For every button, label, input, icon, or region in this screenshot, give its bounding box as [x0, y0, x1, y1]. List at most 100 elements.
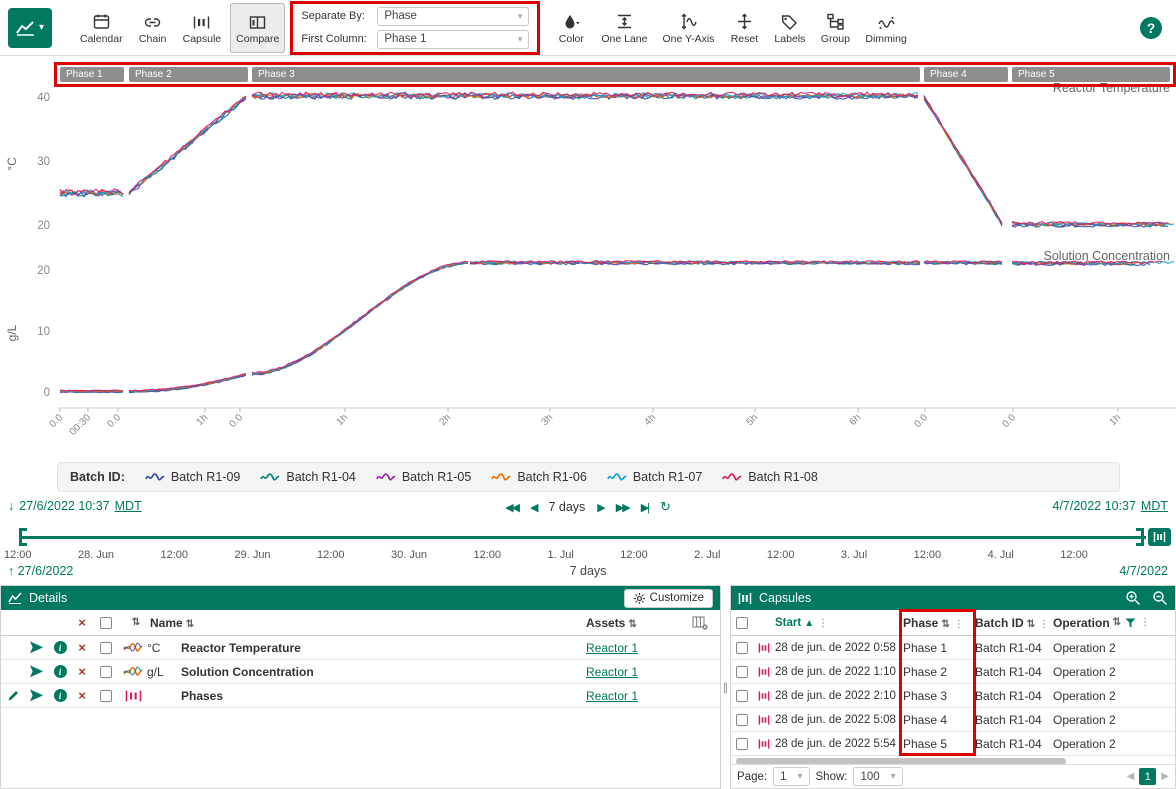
legend-item[interactable]: Batch R1-05 — [376, 470, 471, 484]
toolbar-button-compare[interactable]: Compare — [230, 3, 285, 53]
asset-link[interactable]: Reactor 1 — [586, 641, 638, 655]
legend-item[interactable]: Batch R1-08 — [722, 470, 817, 484]
batch-id-column-header[interactable]: Batch ID⇅⋮ — [975, 616, 1053, 630]
refresh-icon[interactable]: ↻ — [660, 499, 671, 515]
column-menu-icon[interactable]: ⋮ — [954, 619, 964, 630]
toolbar-button-capsule[interactable]: Capsule — [177, 3, 228, 53]
asset-link[interactable]: Reactor 1 — [586, 665, 638, 679]
scrubber-left-handle[interactable] — [19, 528, 27, 546]
timeline-scrubber-track[interactable] — [22, 536, 1146, 539]
start-column-header[interactable]: Start▲⋮ — [775, 617, 903, 629]
customize-button[interactable]: Customize — [624, 589, 713, 608]
select-all-checkbox[interactable] — [736, 617, 748, 629]
zoom-in-icon[interactable] — [1125, 590, 1141, 606]
y-tick-label: 0 — [44, 387, 50, 399]
capsule-row[interactable]: 28 de jun. de 2022 5:54 Phase 5 Batch R1… — [731, 732, 1175, 756]
panel-splitter[interactable]: ∥ — [721, 585, 730, 789]
phase-bar[interactable]: Phase 2 — [129, 67, 248, 82]
toolbar-button-labels[interactable]: Labels — [768, 3, 811, 53]
previous-page-icon[interactable]: ◀ — [1127, 771, 1135, 782]
duration-label[interactable]: 7 days — [548, 500, 585, 514]
filter-funnel-icon[interactable] — [1125, 618, 1136, 628]
row-checkbox[interactable] — [100, 690, 112, 702]
row-checkbox[interactable] — [736, 642, 748, 654]
phase-bar[interactable]: Phase 5 — [1012, 67, 1170, 82]
remove-item-icon[interactable]: × — [71, 688, 93, 703]
details-row-reactor-temperature[interactable]: i × °C Reactor Temperature Reactor 1 — [1, 636, 720, 660]
row-checkbox[interactable] — [100, 666, 112, 678]
item-name[interactable]: Reactor Temperature — [181, 641, 570, 655]
timezone-link[interactable]: MDT — [115, 499, 142, 513]
help-button[interactable]: ? — [1140, 17, 1162, 39]
item-info-icon[interactable]: i — [49, 641, 71, 654]
add-column-icon[interactable] — [680, 616, 720, 630]
page-select[interactable]: 1▾ — [773, 767, 809, 786]
step-forward-fast-icon[interactable]: ▶▶ — [616, 501, 629, 514]
item-info-icon[interactable]: i — [49, 689, 71, 702]
name-column-header[interactable]: Name⇅ — [150, 616, 570, 630]
column-menu-icon[interactable]: ⋮ — [818, 618, 828, 629]
remove-item-icon[interactable]: × — [71, 664, 93, 679]
asset-link[interactable]: Reactor 1 — [586, 689, 638, 703]
scrubber-capsule-button[interactable] — [1148, 528, 1171, 546]
phase-bar[interactable]: Phase 4 — [924, 67, 1008, 82]
details-row-phases[interactable]: i × Phases Reactor 1 — [1, 684, 720, 708]
send-to-display-icon[interactable] — [25, 665, 49, 678]
toolbar-button-one-y-axis[interactable]: One Y-Axis — [656, 3, 720, 53]
show-select[interactable]: 100▾ — [853, 767, 902, 786]
send-to-display-icon[interactable] — [25, 689, 49, 702]
trend-chart[interactable]: 0.000:300.01h0.01h2h3h4h5h6h0.00.01hReac… — [0, 56, 1176, 460]
select-all-checkbox[interactable] — [100, 617, 112, 629]
item-name[interactable]: Phases — [181, 689, 570, 703]
legend-item[interactable]: Batch R1-09 — [145, 470, 240, 484]
column-menu-icon[interactable]: ⋮ — [1039, 619, 1049, 630]
capsule-row[interactable]: 28 de jun. de 2022 1:10 Phase 2 Batch R1… — [731, 660, 1175, 684]
legend-item[interactable]: Batch R1-06 — [491, 470, 586, 484]
first-column-select[interactable]: Phase 1 ▾ — [377, 30, 529, 49]
next-page-icon[interactable]: ▶ — [1161, 771, 1169, 782]
row-checkbox[interactable] — [100, 642, 112, 654]
scrubber-date-label: 3. Jul — [841, 549, 867, 561]
legend-item[interactable]: Batch R1-07 — [607, 470, 702, 484]
column-menu-icon[interactable]: ⋮ — [1140, 617, 1150, 628]
current-page-button[interactable]: 1 — [1139, 768, 1156, 785]
toolbar-button-dimming[interactable]: Dimming — [859, 3, 912, 53]
item-info-icon[interactable]: i — [49, 665, 71, 678]
send-to-display-icon[interactable] — [25, 641, 49, 654]
step-back-icon[interactable]: ◀ — [530, 501, 536, 514]
row-checkbox[interactable] — [736, 714, 748, 726]
step-back-fast-icon[interactable]: ◀◀ — [505, 501, 518, 514]
capsule-row[interactable]: 28 de jun. de 2022 2:10 Phase 3 Batch R1… — [731, 684, 1175, 708]
phase-column-header[interactable]: Phase⇅⋮ — [903, 616, 975, 630]
row-checkbox[interactable] — [736, 738, 748, 750]
phase-bar[interactable]: Phase 1 — [60, 67, 124, 82]
toolbar-button-calendar[interactable]: Calendar — [74, 3, 129, 53]
details-row-solution-concentration[interactable]: i × g/L Solution Concentration Reactor 1 — [1, 660, 720, 684]
timezone-link[interactable]: MDT — [1141, 499, 1168, 513]
item-name[interactable]: Solution Concentration — [181, 665, 570, 679]
toolbar-button-reset[interactable]: Reset — [723, 3, 765, 53]
step-forward-icon[interactable]: ▶ — [597, 501, 603, 514]
row-checkbox[interactable] — [736, 666, 748, 678]
row-checkbox[interactable] — [736, 690, 748, 702]
capsule-row[interactable]: 28 de jun. de 2022 5:08 Phase 4 Batch R1… — [731, 708, 1175, 732]
phase-bar[interactable]: Phase 3 — [252, 67, 920, 82]
legend-item[interactable]: Batch R1-04 — [260, 470, 355, 484]
capsule-row[interactable]: 28 de jun. de 2022 0:58 Phase 1 Batch R1… — [731, 636, 1175, 660]
toolbar-button-chain[interactable]: Chain — [132, 3, 174, 53]
toolbar-button-color[interactable]: Color — [550, 3, 592, 53]
customize-label: Customize — [650, 592, 704, 604]
remove-all-icon[interactable]: × — [71, 615, 93, 630]
zoom-out-icon[interactable] — [1152, 590, 1168, 606]
assets-column-header[interactable]: Assets⇅ — [570, 616, 680, 630]
toolbar-button-group[interactable]: Group — [814, 3, 856, 53]
operation-column-header[interactable]: Operation⇅⋮ — [1053, 616, 1175, 630]
toolbar-button-one-lane[interactable]: One Lane — [595, 3, 653, 53]
trend-view-button[interactable]: ▾ — [8, 8, 52, 48]
remove-item-icon[interactable]: × — [71, 640, 93, 655]
separate-by-select[interactable]: Phase ▾ — [377, 7, 529, 26]
sort-icon[interactable]: ⇅ — [122, 617, 150, 628]
edit-pencil-icon[interactable] — [1, 689, 25, 702]
step-to-end-icon[interactable]: ▶| — [641, 501, 648, 514]
scrubber-right-handle[interactable] — [1136, 528, 1144, 546]
